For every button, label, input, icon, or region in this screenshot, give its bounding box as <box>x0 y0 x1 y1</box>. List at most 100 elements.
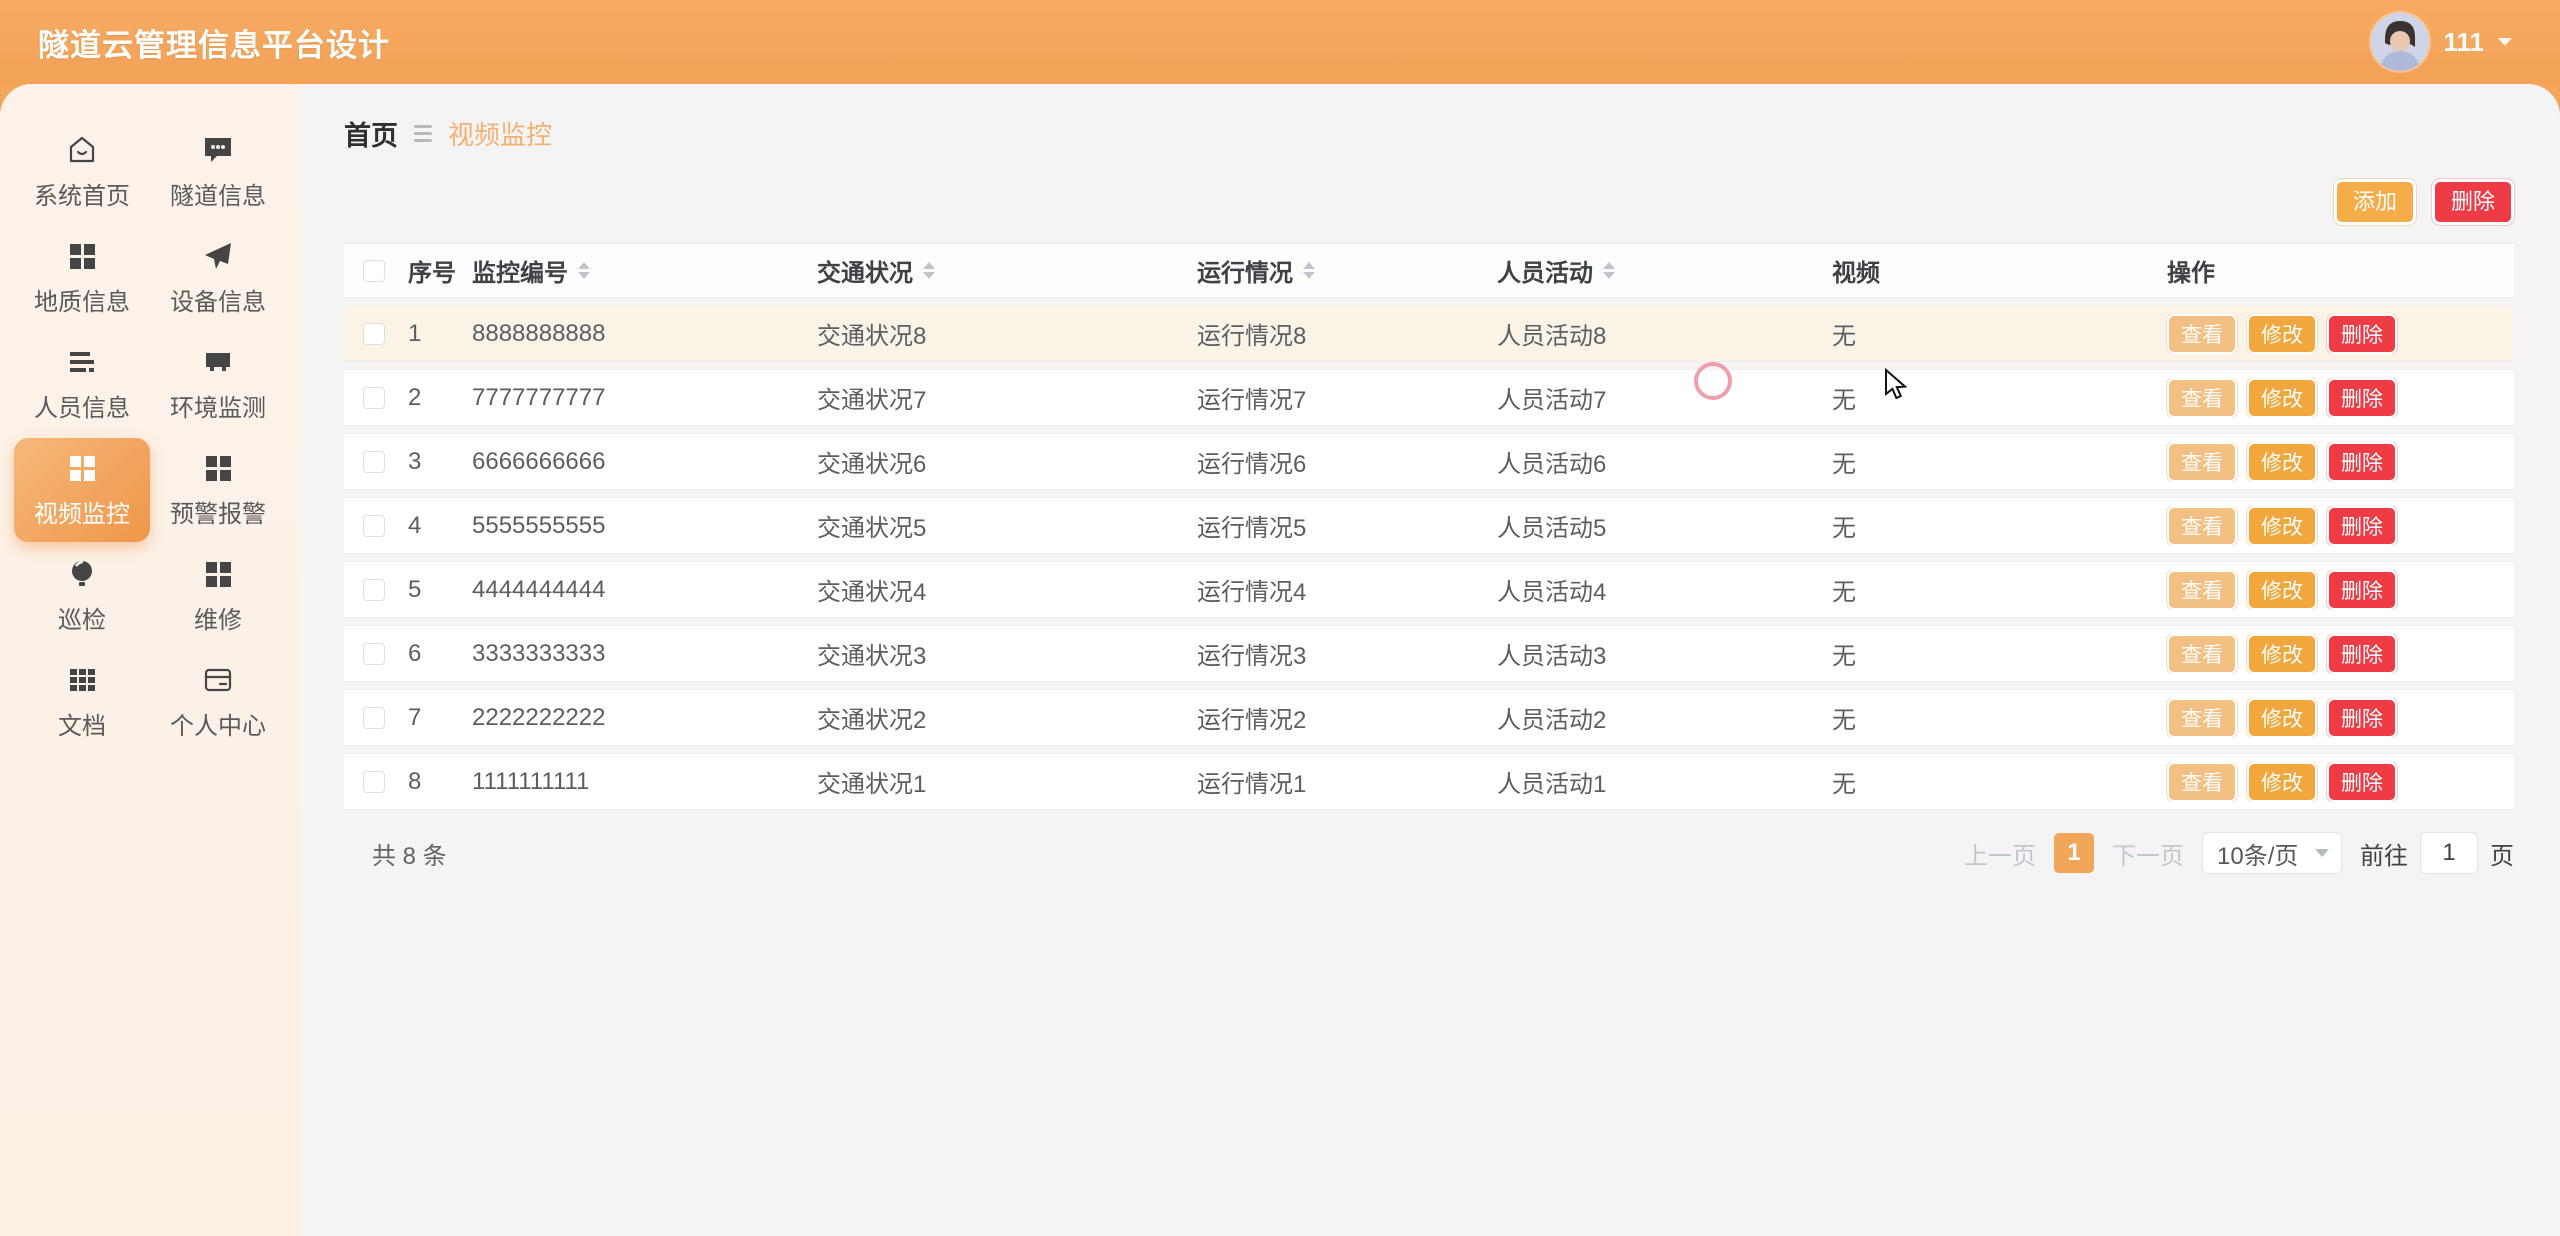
sidebar-item-documents[interactable]: 文档 <box>14 650 150 754</box>
view-button[interactable]: 查看 <box>2167 762 2237 802</box>
sidebar-item-geology-info[interactable]: 地质信息 <box>14 226 150 330</box>
video-monitor-table: 序号 监控编号 交通状况 运行情况 人员活动 视频 操作 1 888888888… <box>344 243 2514 810</box>
avatar[interactable] <box>2371 13 2429 71</box>
breadcrumb: 首页 视频监控 <box>344 114 2514 153</box>
edit-button[interactable]: 修改 <box>2247 378 2317 418</box>
edit-button[interactable]: 修改 <box>2247 570 2317 610</box>
pagination-total: 共 8 条 <box>344 836 447 871</box>
chevron-down-icon <box>2498 38 2512 46</box>
grid-dense-icon <box>65 663 99 697</box>
row-checkbox[interactable] <box>363 451 385 473</box>
breadcrumb-home[interactable]: 首页 <box>344 114 398 153</box>
row-checkbox[interactable] <box>363 707 385 729</box>
pagination: 共 8 条 上一页 1 下一页 10条/页 前往 页 <box>344 832 2514 874</box>
app-header: 隧道云管理信息平台设计 111 <box>0 0 2560 84</box>
table-row[interactable]: 3 6666666666 交通状况6 运行情况6 人员活动6 无 查看 修改 删… <box>344 433 2514 490</box>
content-area: 首页 视频监控 添加 删除 序号 监控编号 交通状况 运行情况 人员活动 视 <box>300 84 2560 1236</box>
grid-icon <box>65 451 99 485</box>
goto-label: 前往 <box>2360 836 2408 871</box>
column-header-index[interactable]: 序号 <box>408 253 456 288</box>
view-button[interactable]: 查看 <box>2167 442 2237 482</box>
row-checkbox[interactable] <box>363 515 385 537</box>
select-all-checkbox[interactable] <box>363 260 385 282</box>
sidebar: 系统首页 隧道信息 地质信息 设备信息 人员信息 环境监测 视频监控 预警报警 <box>0 84 300 1236</box>
bulb-icon <box>65 557 99 591</box>
table-row[interactable]: 2 7777777777 交通状况7 运行情况7 人员活动7 无 查看 修改 删… <box>344 369 2514 426</box>
view-button[interactable]: 查看 <box>2167 634 2237 674</box>
row-checkbox[interactable] <box>363 579 385 601</box>
page-size-select[interactable]: 10条/页 <box>2202 832 2342 874</box>
main-panel: 系统首页 隧道信息 地质信息 设备信息 人员信息 环境监测 视频监控 预警报警 <box>0 84 2560 1236</box>
table-row[interactable]: 4 5555555555 交通状况5 运行情况5 人员活动5 无 查看 修改 删… <box>344 497 2514 554</box>
row-delete-button[interactable]: 删除 <box>2327 314 2397 354</box>
edit-button[interactable]: 修改 <box>2247 762 2317 802</box>
row-checkbox[interactable] <box>363 323 385 345</box>
breadcrumb-current: 视频监控 <box>448 115 552 152</box>
row-checkbox[interactable] <box>363 771 385 793</box>
sort-icon[interactable] <box>578 262 590 279</box>
sidebar-item-tunnel-info[interactable]: 隧道信息 <box>150 120 286 224</box>
column-header-code[interactable]: 监控编号 <box>472 253 568 288</box>
sidebar-item-home[interactable]: 系统首页 <box>14 120 150 224</box>
sort-icon[interactable] <box>1303 262 1315 279</box>
edit-button[interactable]: 修改 <box>2247 698 2317 738</box>
next-page-button[interactable]: 下一页 <box>2112 836 2184 871</box>
sidebar-item-maintenance[interactable]: 维修 <box>150 544 286 648</box>
row-delete-button[interactable]: 删除 <box>2327 634 2397 674</box>
row-checkbox[interactable] <box>363 643 385 665</box>
column-header-operations: 操作 <box>2167 253 2215 288</box>
view-button[interactable]: 查看 <box>2167 570 2237 610</box>
send-icon <box>201 239 235 273</box>
sidebar-item-inspection[interactable]: 巡检 <box>14 544 150 648</box>
sidebar-item-alarm[interactable]: 预警报警 <box>150 438 286 542</box>
column-header-video: 视频 <box>1832 253 1880 288</box>
column-header-activity[interactable]: 人员活动 <box>1497 253 1593 288</box>
edit-button[interactable]: 修改 <box>2247 442 2317 482</box>
column-header-traffic[interactable]: 交通状况 <box>817 253 913 288</box>
column-header-run[interactable]: 运行情况 <box>1197 253 1293 288</box>
row-delete-button[interactable]: 删除 <box>2327 698 2397 738</box>
sidebar-item-profile[interactable]: 个人中心 <box>150 650 286 754</box>
user-menu[interactable]: 111 <box>2371 13 2512 71</box>
monitor-icon <box>201 345 235 379</box>
breadcrumb-separator-icon <box>414 125 432 142</box>
row-delete-button[interactable]: 删除 <box>2327 506 2397 546</box>
table-row[interactable]: 6 3333333333 交通状况3 运行情况3 人员活动3 无 查看 修改 删… <box>344 625 2514 682</box>
grid-icon <box>65 239 99 273</box>
view-button[interactable]: 查看 <box>2167 698 2237 738</box>
chevron-down-icon <box>2315 849 2329 857</box>
sidebar-item-personnel-info[interactable]: 人员信息 <box>14 332 150 436</box>
edit-button[interactable]: 修改 <box>2247 634 2317 674</box>
view-button[interactable]: 查看 <box>2167 314 2237 354</box>
table-header-row: 序号 监控编号 交通状况 运行情况 人员活动 视频 操作 <box>344 243 2514 298</box>
view-button[interactable]: 查看 <box>2167 378 2237 418</box>
card-icon <box>201 663 235 697</box>
sidebar-item-video-monitor[interactable]: 视频监控 <box>14 438 150 542</box>
row-checkbox[interactable] <box>363 387 385 409</box>
table-row[interactable]: 1 8888888888 交通状况8 运行情况8 人员活动8 无 查看 修改 删… <box>344 305 2514 362</box>
sidebar-item-device-info[interactable]: 设备信息 <box>150 226 286 330</box>
goto-suffix: 页 <box>2490 836 2514 871</box>
grid-icon <box>201 557 235 591</box>
app-title: 隧道云管理信息平台设计 <box>38 20 390 65</box>
username: 111 <box>2443 27 2484 58</box>
sort-icon[interactable] <box>1603 262 1615 279</box>
row-delete-button[interactable]: 删除 <box>2327 378 2397 418</box>
page-number-1[interactable]: 1 <box>2054 833 2094 873</box>
prev-page-button[interactable]: 上一页 <box>1964 836 2036 871</box>
delete-button[interactable]: 删除 <box>2432 179 2514 225</box>
sort-icon[interactable] <box>923 262 935 279</box>
row-delete-button[interactable]: 删除 <box>2327 442 2397 482</box>
edit-button[interactable]: 修改 <box>2247 314 2317 354</box>
edit-button[interactable]: 修改 <box>2247 506 2317 546</box>
row-delete-button[interactable]: 删除 <box>2327 570 2397 610</box>
table-row[interactable]: 5 4444444444 交通状况4 运行情况4 人员活动4 无 查看 修改 删… <box>344 561 2514 618</box>
goto-page-input[interactable] <box>2420 832 2478 874</box>
row-delete-button[interactable]: 删除 <box>2327 762 2397 802</box>
table-row[interactable]: 8 1111111111 交通状况1 运行情况1 人员活动1 无 查看 修改 删… <box>344 753 2514 810</box>
table-row[interactable]: 7 2222222222 交通状况2 运行情况2 人员活动2 无 查看 修改 删… <box>344 689 2514 746</box>
view-button[interactable]: 查看 <box>2167 506 2237 546</box>
home-icon <box>65 133 99 167</box>
sidebar-item-environment-monitor[interactable]: 环境监测 <box>150 332 286 436</box>
add-button[interactable]: 添加 <box>2334 179 2416 225</box>
